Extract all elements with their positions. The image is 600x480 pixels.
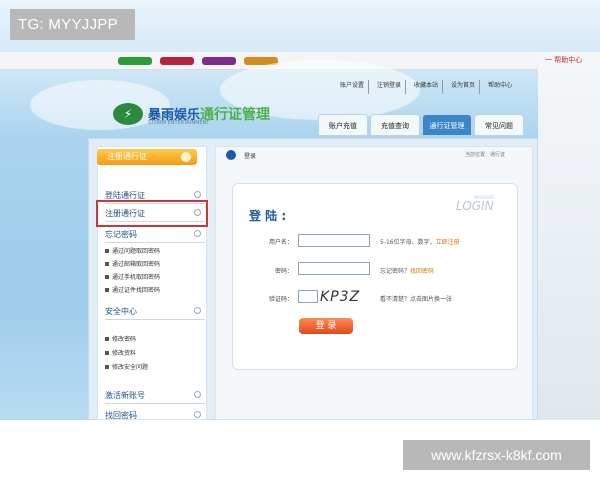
sidebar-section-activate[interactable]: 激活新账号 <box>105 390 205 404</box>
captcha-label: 验证码： <box>268 296 293 303</box>
sidebar-item[interactable]: 通过邮箱取回密码 <box>105 259 160 268</box>
tab-recharge[interactable]: 账户充值 <box>318 114 368 136</box>
login-title-en: LOGIN <box>456 199 494 213</box>
expand-icon <box>194 307 201 314</box>
bullet-icon <box>105 364 109 369</box>
username-label: 用户名： <box>268 239 293 246</box>
url-label: www.kfzrsx-k8kf.com <box>403 440 590 470</box>
password-label: 密码： <box>274 268 293 275</box>
sidebar-item[interactable]: 修改安全问题 <box>105 362 148 371</box>
top-link[interactable]: 账户设置 <box>340 80 370 94</box>
location-icon <box>226 150 236 160</box>
captcha-hint[interactable]: 看不清楚？点击图片换一张 <box>380 294 452 303</box>
sidebar-item[interactable]: 修改密码 <box>105 334 136 343</box>
top-link[interactable]: 设为首页 <box>451 80 481 94</box>
sidebar-section-forgot[interactable]: 忘记密码 <box>105 229 205 243</box>
forgot-password-link[interactable]: 找回密码 <box>410 268 434 275</box>
bullet-icon <box>105 350 109 355</box>
bullet-icon <box>105 274 109 279</box>
sidebar <box>97 146 207 420</box>
highlight-box <box>96 200 208 227</box>
expand-icon <box>194 230 201 237</box>
expand-icon <box>194 391 201 398</box>
bullet-icon <box>105 336 109 341</box>
right-page-edge <box>538 52 600 420</box>
register-link[interactable]: 立即注册 <box>436 239 460 246</box>
sidebar-section-label: 登陆通行证 <box>105 191 145 200</box>
top-link[interactable]: 收藏本站 <box>414 80 444 94</box>
bullet-icon <box>105 248 109 253</box>
sidebar-section-security[interactable]: 安全中心 <box>105 306 205 320</box>
username-hint-text: 5-16位字母、数字， <box>380 239 436 246</box>
tab-passport[interactable]: 通行证管理 <box>422 114 472 136</box>
sidebar-section-label: 激活新账号 <box>105 391 145 400</box>
sidebar-item-label: 修改安全问题 <box>112 364 149 371</box>
expand-icon <box>194 411 201 418</box>
sidebar-item-label: 修改密码 <box>112 336 137 343</box>
sidebar-item-label: 通过手机取回密码 <box>112 274 161 281</box>
sidebar-item[interactable]: 通过手机取回密码 <box>105 272 160 281</box>
screenshot-stage: 一 帮助中心 账户设置 注销登录 收藏本站 设为首页 帮助中心 ⚡ 暴雨娱乐 S… <box>0 0 600 480</box>
username-field[interactable] <box>298 234 370 247</box>
top-links: 账户设置 注销登录 收藏本站 设为首页 帮助中心 <box>340 80 530 94</box>
sidebar-section-recover[interactable]: 找回密码 <box>105 410 205 420</box>
sidebar-item[interactable]: 修改资料 <box>105 348 136 357</box>
help-link[interactable]: 一 帮助中心 <box>545 55 582 65</box>
register-button[interactable]: 注册通行证 <box>97 149 197 165</box>
sidebar-item-label: 修改资料 <box>112 350 137 357</box>
captcha-field[interactable] <box>298 290 318 303</box>
login-title: 登 陆 : <box>249 209 287 223</box>
expand-icon <box>194 191 201 198</box>
sidebar-section-label: 忘记密码 <box>105 230 137 239</box>
bullet-icon <box>105 261 109 266</box>
sidebar-item-label: 通过问题取回密码 <box>112 248 161 255</box>
chevron-right-icon <box>181 152 191 162</box>
sidebar-item-label: 通过邮箱取回密码 <box>112 261 161 268</box>
top-link[interactable]: 帮助中心 <box>488 80 516 94</box>
tab-recharge-query[interactable]: 充值查询 <box>370 114 420 136</box>
top-strip-pill[interactable] <box>118 57 152 65</box>
sidebar-item[interactable]: 通过证件找回密码 <box>105 285 160 294</box>
register-button-label: 注册通行证 <box>107 152 147 161</box>
breadcrumb: 登录 <box>244 153 257 160</box>
brand-slogan: 通行证管理 <box>200 107 270 123</box>
top-link[interactable]: 注销登录 <box>377 80 407 94</box>
main-tabs: 账户充值 充值查询 通行证管理 常见问题 <box>318 114 524 136</box>
tab-faq[interactable]: 常见问题 <box>474 114 524 136</box>
page-info: 当前位置：通行证 <box>465 152 506 158</box>
sidebar-item-label: 通过证件找回密码 <box>112 287 161 294</box>
password-field[interactable] <box>298 262 370 275</box>
lightning-icon: ⚡ <box>113 103 143 125</box>
captcha-image[interactable]: KP3Z <box>320 289 370 306</box>
bullet-icon <box>105 287 109 292</box>
top-strip-pill[interactable] <box>202 57 236 65</box>
password-hint: 忘记密码？找回密码 <box>380 266 434 275</box>
sidebar-section-label: 找回密码 <box>105 411 137 420</box>
sidebar-section-label: 安全中心 <box>105 307 137 316</box>
watermark-label: TG: MYYJJPP <box>10 9 135 40</box>
browser-screenshot: 一 帮助中心 账户设置 注销登录 收藏本站 设为首页 帮助中心 ⚡ 暴雨娱乐 S… <box>0 0 600 420</box>
password-hint-text: 忘记密码？ <box>380 268 411 275</box>
top-strip-pill[interactable] <box>160 57 194 65</box>
username-hint: 5-16位字母、数字，立即注册 <box>380 237 460 246</box>
sidebar-item[interactable]: 通过问题取回密码 <box>105 246 160 255</box>
login-button[interactable]: 登 录 <box>299 318 353 334</box>
